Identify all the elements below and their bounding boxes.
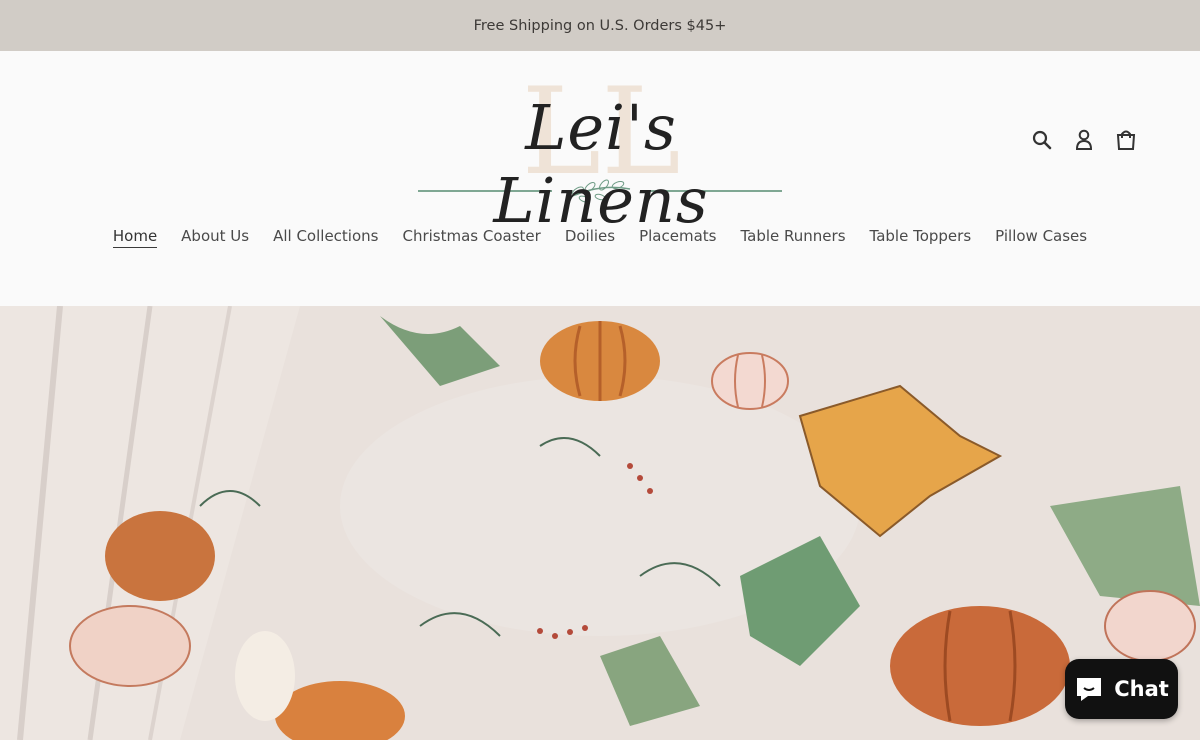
pumpkin-right xyxy=(890,606,1070,726)
white-pumpkin xyxy=(711,352,789,410)
nav-item-table-toppers[interactable]: Table Toppers xyxy=(870,227,972,248)
cart-icon[interactable] xyxy=(1114,127,1138,153)
announcement-bar: Free Shipping on U.S. Orders $45+ xyxy=(0,0,1200,51)
header-icons xyxy=(1030,127,1138,153)
pumpkin-left xyxy=(105,511,215,601)
chat-button[interactable]: Chat xyxy=(1065,659,1178,719)
search-icon[interactable] xyxy=(1030,127,1054,153)
nav-item-about-us[interactable]: About Us xyxy=(181,227,249,248)
hero-image xyxy=(0,306,1200,740)
nav-item-christmas-coaster[interactable]: Christmas Coaster xyxy=(402,227,540,248)
tablecloth-illustration xyxy=(0,306,1200,740)
brand-name: Lei's Linens xyxy=(493,91,709,237)
account-icon[interactable] xyxy=(1072,127,1096,153)
nav-item-doilies[interactable]: Doilies xyxy=(565,227,615,248)
nav-item-all-collections[interactable]: All Collections xyxy=(273,227,378,248)
nav-item-table-runners[interactable]: Table Runners xyxy=(740,227,845,248)
pumpkin-top xyxy=(540,321,660,401)
announcement-text: Free Shipping on U.S. Orders $45+ xyxy=(473,17,727,34)
brand-logo[interactable]: LL Lei's Linens xyxy=(418,63,784,237)
chat-label: Chat xyxy=(1114,677,1169,701)
nav-item-placemats[interactable]: Placemats xyxy=(639,227,716,248)
site-header: LL Lei's Linens Home About Us All Collec… xyxy=(0,51,1200,306)
chat-bubble-icon xyxy=(1077,678,1102,701)
main-nav: Home About Us All Collections Christmas … xyxy=(0,227,1200,248)
nav-item-home[interactable]: Home xyxy=(112,227,158,248)
nav-item-pillow-cases[interactable]: Pillow Cases xyxy=(995,227,1087,248)
